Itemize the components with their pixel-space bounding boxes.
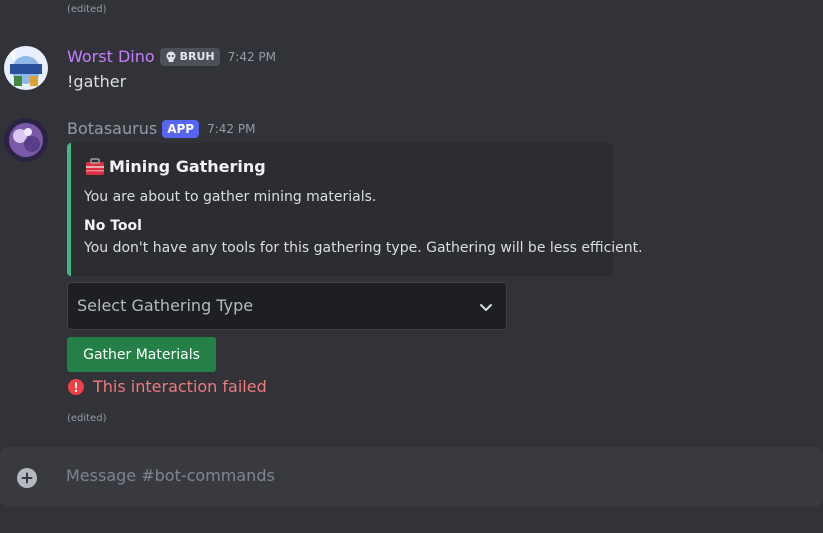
gather-materials-button[interactable]: Gather Materials <box>67 337 216 372</box>
embed-description: You are about to gather mining materials… <box>84 189 377 205</box>
timestamp: 7:42 PM <box>207 121 256 136</box>
username[interactable]: Worst Dino <box>67 47 155 66</box>
message-composer: Message #bot-commands <box>0 447 823 507</box>
select-placeholder: Select Gathering Type <box>77 296 254 315</box>
embed-field-name: No Tool <box>84 218 142 234</box>
embed-title: Mining Gathering <box>85 157 266 176</box>
gathering-type-select[interactable]: Select Gathering Type <box>67 282 507 330</box>
timestamp: 7:42 PM <box>227 49 276 64</box>
message-header: Botasaurus APP 7:42 PM <box>67 119 255 138</box>
app-tag: APP <box>162 119 200 138</box>
error-icon <box>68 378 84 395</box>
message-content: !gather <box>67 72 127 91</box>
bot-username[interactable]: Botasaurus <box>67 119 157 138</box>
message-input[interactable]: Message #bot-commands <box>66 466 275 485</box>
avatar[interactable] <box>4 46 48 90</box>
edited-label: (edited) <box>67 413 107 424</box>
toolbox-icon <box>86 157 104 175</box>
embed: Mining Gathering You are about to gather… <box>67 143 643 276</box>
embed-field-value: You don't have any tools for this gather… <box>84 240 643 256</box>
role-tag-label: BRUH <box>179 50 215 63</box>
chevron-down-icon <box>480 304 492 311</box>
edited-label: (edited) <box>67 4 107 15</box>
role-tag[interactable]: BRUH <box>159 47 220 66</box>
message-header: Worst Dino BRUH 7:42 PM <box>67 47 276 66</box>
interaction-error: This interaction failed <box>67 377 267 396</box>
skull-icon <box>166 51 176 62</box>
add-attachment-icon[interactable] <box>16 467 38 489</box>
bot-avatar[interactable] <box>4 118 48 162</box>
embed-title-text: Mining Gathering <box>109 157 266 176</box>
error-text: This interaction failed <box>93 377 267 396</box>
